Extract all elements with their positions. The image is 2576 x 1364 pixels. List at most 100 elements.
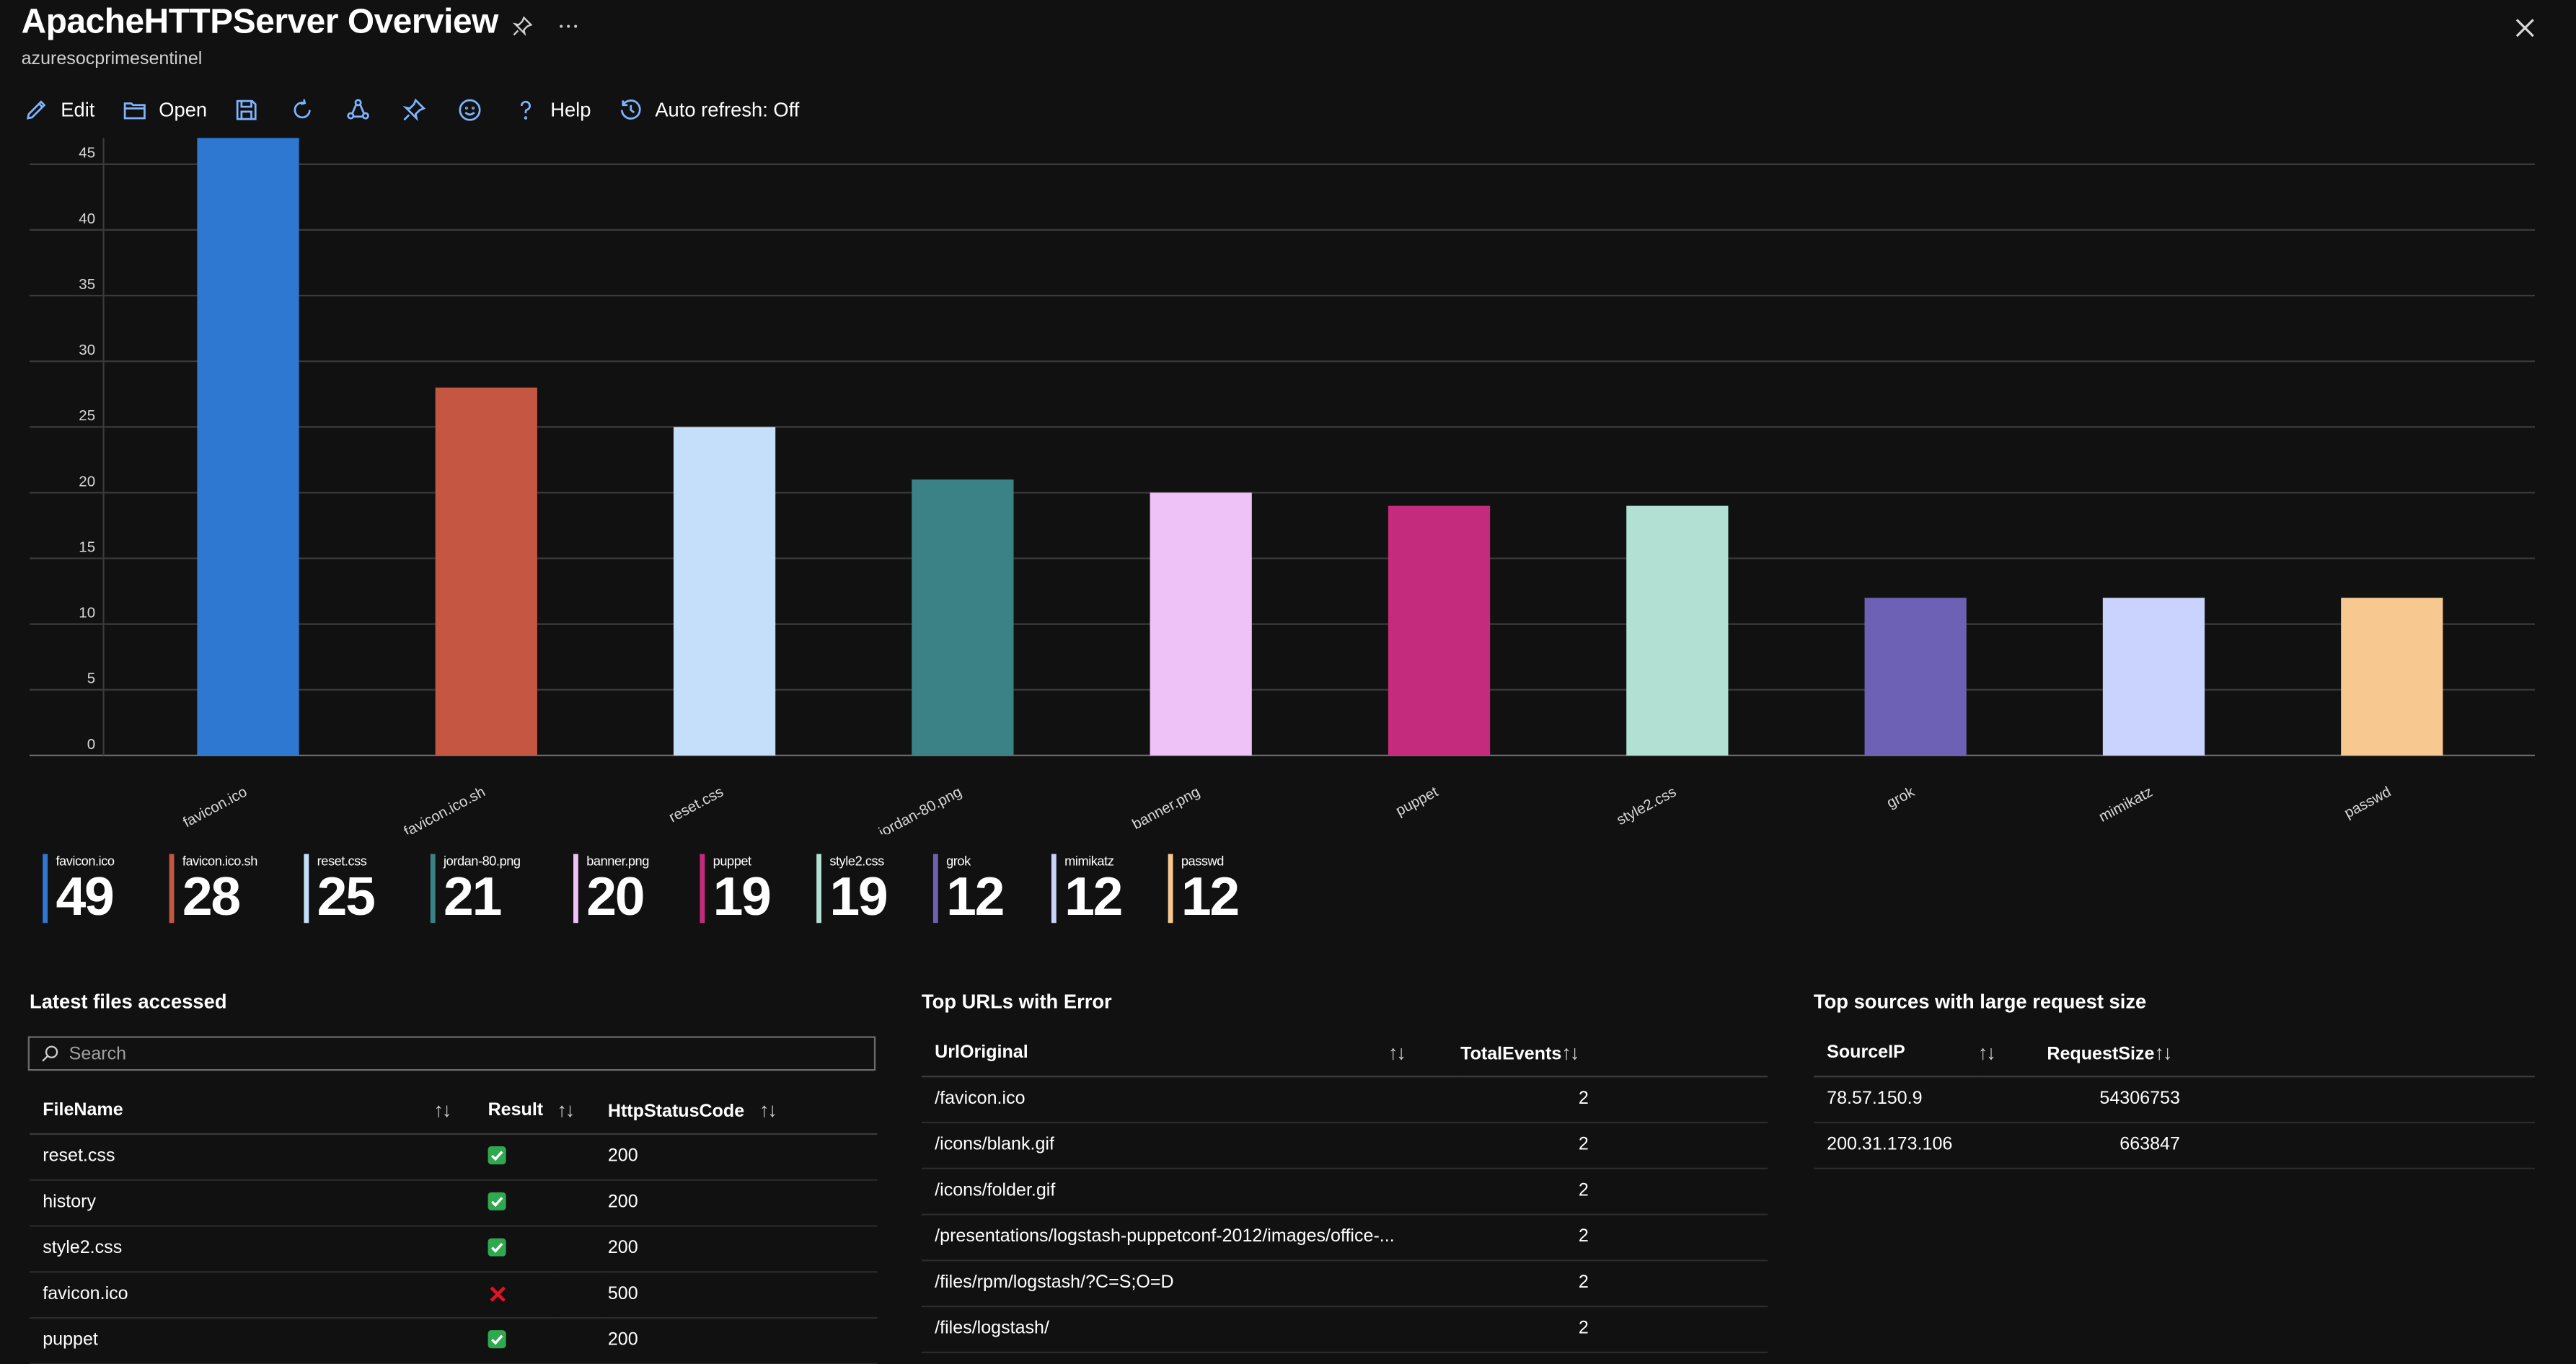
tile-value: 12 [1181,865,1240,926]
tile-color-bar [932,854,938,924]
table-row[interactable]: /presentations/logstash-puppetconf-2012/… [921,1213,1768,1260]
cell-url: /presentations/logstash-puppetconf-2012/… [935,1226,1395,1247]
count-tile[interactable]: puppet 19 [700,854,816,925]
tile-color-bar [430,854,436,924]
table-row[interactable]: puppet 200 [30,1317,878,1363]
cell-total-events: 2 [1578,1272,1589,1293]
column-header-urloriginal[interactable]: UrlOriginal [922,1029,1388,1076]
table-row[interactable]: /files/logstash/2 [921,1306,1768,1352]
table-row[interactable]: history 200 [30,1179,878,1226]
close-icon[interactable] [2510,13,2540,43]
top-urls-title: Top URLs with Error [921,990,1112,1014]
cell-total-events: 2 [1578,1089,1589,1109]
pin-icon[interactable] [509,13,535,39]
ellipsis-icon[interactable] [555,13,581,39]
cell-total-events: 2 [1578,1135,1589,1155]
bar-grok[interactable] [1864,598,1967,756]
top-sources-table: SourceIP ↑↓ RequestSize↑↓ 78.57.150.9 543… [1813,1029,2535,1168]
bar-reset.css[interactable] [673,427,776,756]
pin-to-dashboard-button[interactable] [401,97,427,123]
bar-banner.png[interactable] [1150,492,1252,756]
cell-request-size: 663847 [2120,1135,2180,1155]
tile-text: reset.css 25 [317,854,376,926]
table-row[interactable]: /icons/folder.gif 2 [921,1168,1768,1214]
column-header-result[interactable]: Result [488,1087,557,1133]
table-row[interactable]: /files/rpm/logstash/?C=S;O=D 2 [921,1259,1768,1306]
share-button[interactable] [345,97,371,123]
column-header-requestsize[interactable]: RequestSize↑↓ [2047,1029,2535,1076]
tile-value: 12 [1064,865,1123,926]
sort-icon: ↑↓ [1388,1040,1406,1064]
cell-filename: reset.css [43,1146,115,1166]
bar-mimikatz[interactable] [2102,598,2205,756]
tile-text: grok 12 [946,854,1005,925]
count-tile[interactable]: favicon.ico.sh 28 [169,854,304,925]
cell-status-code: 200 [607,1238,638,1258]
table-row[interactable]: /icons/blank.gif 2 [921,1122,1768,1168]
table-row[interactable]: favicon.ico 500 [30,1271,878,1317]
tile-color-bar [573,854,578,924]
edit-button[interactable]: Edit [23,97,95,123]
x-tick-label: style2.css [1614,784,1679,829]
bar-chart-svg: 0 5 10 15 20 25 30 35 40 45 favicon.ico favicon.ico… [30,138,2535,841]
bar-favicon.ico[interactable] [197,138,299,756]
sort-icon: ↑↓ [2154,1040,2172,1064]
y-tick-label: 10 [79,605,95,621]
cell-filename: puppet [43,1330,98,1350]
tile-color-bar [700,854,705,924]
cell-status-code: 200 [607,1192,638,1213]
table-row[interactable]: style2.css 200 [30,1225,878,1272]
bar-favicon.ico.sh[interactable] [435,387,537,756]
cell-request-size: 54306753 [2099,1089,2180,1109]
pencil-icon [26,100,46,120]
table-row[interactable]: reset.css 200 [30,1133,878,1179]
tile-text: mimikatz 12 [1064,854,1123,926]
column-label: Result [488,1099,544,1120]
sort-sourceip-button[interactable]: ↑↓ [1978,1029,2047,1076]
tile-value: 25 [317,865,376,926]
latest-files-table: FileName ↑↓ Result ↑↓ HttpStatusCode ↑↓ [30,1087,878,1364]
column-header-filename[interactable]: FileName [30,1087,433,1133]
column-header-totalevents[interactable]: TotalEvents↑↓ [1460,1029,1768,1076]
save-button[interactable] [234,97,260,123]
count-tile[interactable]: banner.png 20 [573,854,700,925]
column-header-httpstatuscode[interactable]: HttpStatusCode ↑↓ [608,1087,878,1133]
table-row[interactable]: 78.57.150.9 54306753 [1813,1076,2535,1122]
cell-filename: style2.css [43,1238,123,1258]
bar-style2.css[interactable] [1626,505,1729,756]
sort-urloriginal-button[interactable]: ↑↓ [1388,1029,1460,1076]
search-input[interactable] [69,1043,858,1064]
count-tile[interactable]: style2.css 19 [816,854,933,925]
table-row[interactable]: 200.31.173.106 663847 [1813,1122,2535,1168]
save-icon [236,99,257,120]
error-x-icon [488,1283,508,1303]
top-urls-table-wrap: UrlOriginal ↑↓ TotalEvents↑↓ /favicon.ic… [921,1029,1768,1352]
sort-filename-button[interactable]: ↑↓ [433,1087,488,1133]
bar-passwd[interactable] [2341,598,2443,756]
count-tile[interactable]: grok 12 [932,854,1051,925]
y-tick-label: 35 [79,276,95,293]
open-button[interactable]: Open [121,97,207,123]
count-tile[interactable]: jordan-80.png 21 [430,854,573,925]
tile-value: 19 [829,865,888,926]
table-row[interactable]: /favicon.ico 2 [921,1076,1768,1122]
auto-refresh-button[interactable]: Auto refresh: Off [617,97,799,123]
count-tile[interactable]: passwd 12 [1168,854,1283,925]
bar-puppet[interactable] [1388,505,1491,756]
refresh-button[interactable] [289,97,315,123]
search-box[interactable] [27,1036,876,1071]
check-icon [488,1330,506,1349]
count-tile[interactable]: reset.css 25 [304,854,430,925]
sort-result-button[interactable]: ↑↓ [557,1087,608,1133]
help-button[interactable]: Help [513,97,591,123]
top-sources-title: Top sources with large request size [1813,990,2147,1014]
bar-jordan-80.png[interactable] [912,479,1014,756]
check-icon [488,1238,506,1257]
x-tick-label: favicon.ico [180,784,250,831]
column-label: SourceIP [1827,1042,1905,1063]
feedback-button[interactable] [456,97,482,123]
table-header-row: SourceIP ↑↓ RequestSize↑↓ [1813,1029,2535,1076]
column-header-sourceip[interactable]: SourceIP [1814,1029,1978,1076]
count-tile[interactable]: mimikatz 12 [1051,854,1168,925]
count-tile[interactable]: favicon.ico 49 [43,854,169,925]
